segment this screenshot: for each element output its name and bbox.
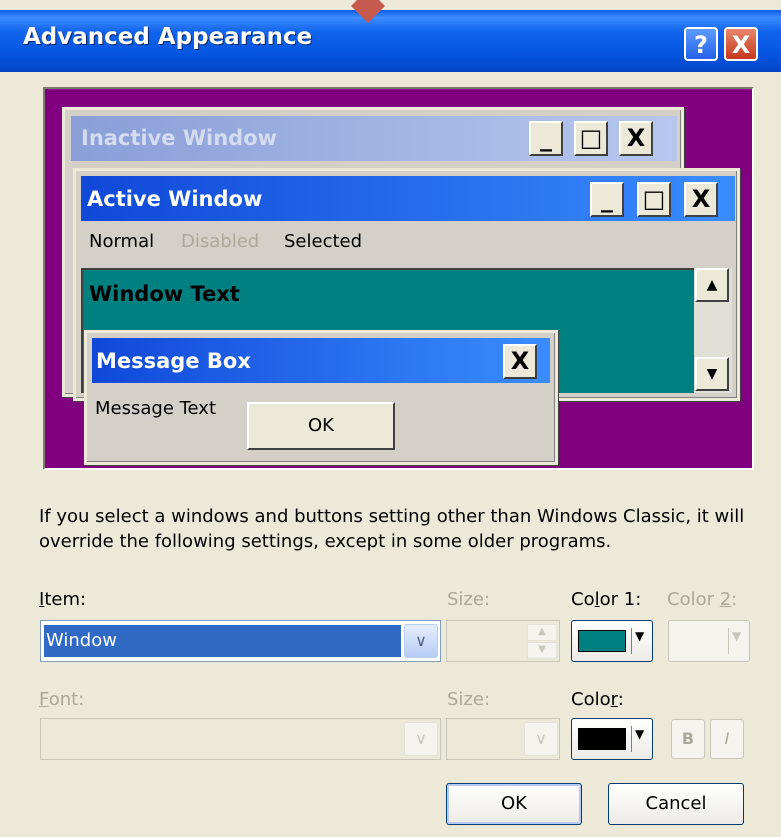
size-spinner[interactable]: ▲ ▼ <box>446 620 560 662</box>
spin-down-icon[interactable]: ▼ <box>527 642 557 659</box>
color1-swatch <box>578 630 626 652</box>
chevron-down-icon[interactable]: ∨ <box>404 624 438 658</box>
item-label: Item: <box>39 589 87 610</box>
color1-picker[interactable]: ▼ <box>571 620 653 662</box>
item-selected-value: Window <box>44 625 401 657</box>
info-text: If you select a windows and buttons sett… <box>39 506 745 552</box>
font-label: Font: <box>39 689 85 710</box>
chevron-down-icon[interactable]: ∨ <box>404 722 438 756</box>
message-box-ok-button[interactable]: OK <box>247 402 395 450</box>
font-dropdown[interactable]: ∨ <box>40 718 441 760</box>
spin-up-icon[interactable]: ▲ <box>527 624 557 641</box>
dialog-title: Advanced Appearance <box>23 24 313 50</box>
font-size-dropdown[interactable]: ∨ <box>446 718 560 760</box>
color2-picker[interactable]: ▼ <box>668 620 750 662</box>
inactive-maximize-button[interactable]: □ <box>574 121 608 156</box>
inactive-minimize-button[interactable]: _ <box>529 121 563 156</box>
menu-item-selected[interactable]: Selected <box>284 231 362 252</box>
scroll-down-arrow-icon[interactable]: ▼ <box>695 357 729 391</box>
active-title-text: Active Window <box>87 187 263 211</box>
ok-button[interactable]: OK <box>446 783 582 825</box>
size-label: Size: <box>447 589 491 610</box>
chevron-down-icon[interactable]: ∨ <box>524 722 558 756</box>
color2-label: Color 2: <box>667 589 738 610</box>
active-minimize-button[interactable]: _ <box>590 182 624 217</box>
menu-item-disabled[interactable]: Disabled <box>181 231 259 252</box>
italic-button[interactable]: I <box>710 719 744 759</box>
bold-button[interactable]: B <box>671 719 705 759</box>
font-size-label: Size: <box>447 689 491 710</box>
divider <box>631 726 632 752</box>
divider <box>631 628 632 654</box>
advanced-appearance-dialog: Advanced Appearance ? X Inactive Window … <box>0 0 781 837</box>
message-box-title-bar[interactable]: Message Box <box>92 338 550 383</box>
inactive-title-text: Inactive Window <box>81 126 278 150</box>
font-color-picker[interactable]: ▼ <box>571 718 653 760</box>
menu-item-normal[interactable]: Normal <box>89 231 154 252</box>
preview-scrollbar[interactable]: ▲ ▼ <box>694 268 732 393</box>
close-button[interactable]: X <box>724 27 758 61</box>
dropdown-triangle-icon: ▼ <box>635 727 645 741</box>
cancel-button[interactable]: Cancel <box>608 783 744 825</box>
divider <box>728 628 729 654</box>
window-text-label: Window Text <box>89 282 240 306</box>
item-dropdown[interactable]: Window ∨ <box>40 620 441 662</box>
active-maximize-button[interactable]: □ <box>637 182 671 217</box>
help-button[interactable]: ? <box>684 27 718 61</box>
message-box-title-text: Message Box <box>96 349 251 373</box>
message-box-close-button[interactable]: X <box>503 344 537 379</box>
inactive-close-button[interactable]: X <box>619 121 653 156</box>
scroll-up-arrow-icon[interactable]: ▲ <box>695 268 729 302</box>
message-box-text: Message Text <box>95 398 217 419</box>
dropdown-triangle-icon: ▼ <box>635 629 645 643</box>
color1-label: Color 1: <box>571 589 642 610</box>
font-color-swatch <box>578 728 626 750</box>
active-close-button[interactable]: X <box>684 182 718 217</box>
font-color-label: Color: <box>571 689 624 710</box>
dropdown-triangle-icon: ▼ <box>732 629 742 643</box>
